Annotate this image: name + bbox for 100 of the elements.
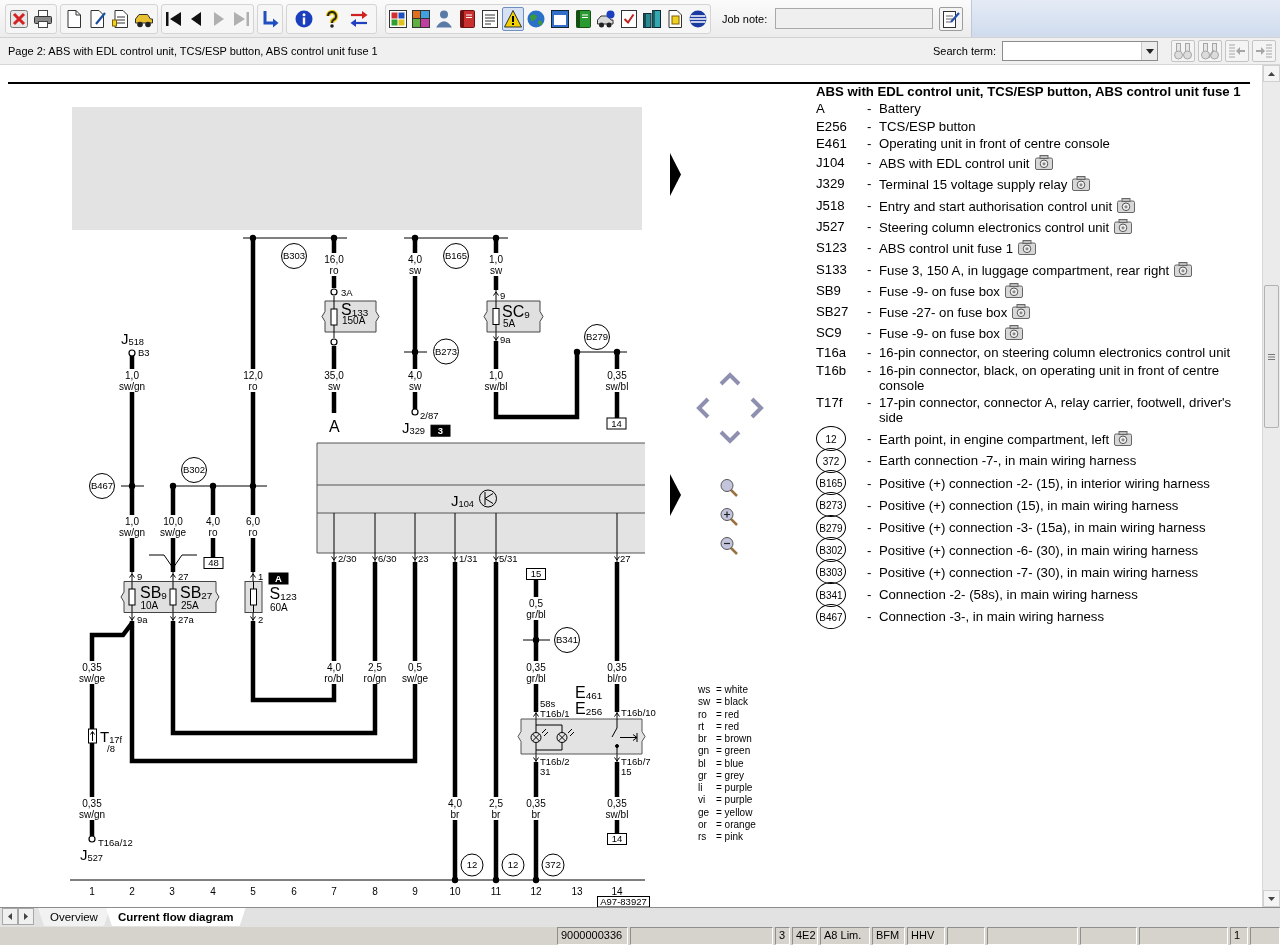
camera-icon[interactable]	[1117, 197, 1136, 213]
left-chevron-icon[interactable]	[696, 397, 710, 419]
wire-color-code: bl/ro	[607, 673, 627, 684]
legend-description: Earth point, in engine compartment, left	[879, 431, 1110, 447]
scroll-up-button[interactable]	[1263, 65, 1280, 82]
pin-label: 2/87	[420, 410, 439, 421]
column-number: 4	[210, 886, 216, 897]
color-meaning: = grey	[716, 769, 745, 781]
fuse-rating: 150A	[342, 315, 366, 326]
earth-point-marker: 12	[460, 853, 484, 877]
page-title: Page 2: ABS with EDL control unit, TCS/ESP button, ABS control unit fuse 1	[8, 45, 378, 57]
pin-circle-icon	[88, 835, 96, 843]
camera-icon[interactable]	[1004, 282, 1023, 298]
down-arrow-icon	[1268, 896, 1275, 901]
zoom-out-icon[interactable]	[720, 537, 738, 555]
component-label: E$_{461}$	[575, 685, 603, 702]
search-field[interactable]	[1002, 41, 1158, 61]
fuse-symbol-icon	[169, 581, 177, 613]
fuse-symbol-icon	[330, 295, 338, 339]
column-number: 1	[89, 886, 95, 897]
document-icon	[665, 9, 684, 28]
bus-line	[403, 351, 428, 353]
zoom-in-icon[interactable]	[720, 508, 738, 526]
pin-label: 27a	[178, 614, 194, 625]
camera-icon[interactable]	[1004, 325, 1023, 341]
legend-code: J329	[816, 176, 845, 192]
pin-label: 23	[418, 553, 429, 564]
legend-dash: -	[867, 475, 872, 491]
column-number: 11	[490, 886, 502, 897]
tab-scroll-right-button[interactable]	[18, 908, 34, 925]
triangle-arrow-icon	[670, 153, 681, 196]
scrollbar-thumb[interactable]	[1264, 285, 1279, 428]
scroll-down-button[interactable]	[1263, 890, 1280, 907]
legend-dash: -	[867, 261, 872, 277]
wire-color-code: sw/bl	[605, 381, 629, 392]
camera-icon[interactable]	[1034, 155, 1053, 171]
status-pane: 4E2	[792, 927, 818, 945]
wire-color-code: ro	[248, 381, 258, 392]
right-chevron-icon[interactable]	[750, 397, 764, 419]
pin-label: 31	[540, 766, 551, 777]
camera-icon[interactable]	[1072, 176, 1091, 192]
bus-line	[522, 639, 551, 641]
wire-color-code: gr/bl	[526, 673, 546, 684]
component-label: SB$_{27}$	[180, 585, 213, 602]
down-chevron-icon[interactable]	[719, 430, 741, 444]
job-note-button[interactable]	[939, 6, 964, 31]
column-number: 7	[331, 886, 337, 897]
pin-circle-icon	[330, 288, 338, 296]
color-meaning: = white	[716, 684, 748, 695]
junction-dot-icon	[492, 876, 500, 884]
document-edit-icon	[88, 9, 107, 28]
legend-dash: -	[867, 395, 872, 411]
tab-scroll-left-button[interactable]	[2, 908, 18, 925]
sheet-tab[interactable]: Current flow diagram	[105, 908, 246, 926]
magnifier-icon[interactable]	[720, 479, 738, 497]
pin-circle-icon	[330, 338, 338, 346]
column-number: 6	[291, 886, 297, 897]
legend-description: Fuse -27- on fuse box	[879, 305, 1008, 321]
color-meaning: = blue	[716, 757, 744, 769]
wire-color-code: sw/gn	[78, 809, 106, 820]
color-meaning: = purple	[716, 782, 753, 793]
globe-icon	[527, 9, 546, 28]
pin-label: 9a	[500, 334, 511, 345]
wire-size-label: 4,0	[408, 370, 422, 381]
connection-marker: B467	[89, 473, 115, 499]
wire-color-code: ro	[208, 527, 218, 538]
wire-size-label: 0,5	[408, 662, 422, 673]
legend-dash: -	[867, 325, 872, 341]
camera-icon[interactable]	[1174, 261, 1193, 277]
camera-icon[interactable]	[1114, 430, 1133, 446]
dropdown-button[interactable]	[1141, 42, 1157, 60]
reference-tag: A	[268, 572, 289, 585]
color-meaning: = brown	[716, 733, 752, 744]
camera-icon[interactable]	[1114, 219, 1133, 234]
pin-label: /8	[107, 743, 115, 754]
up-chevron-icon[interactable]	[719, 372, 741, 386]
color-code-label: li	[698, 782, 703, 793]
wire-size-label: 0,35	[526, 798, 546, 809]
toolbar-button[interactable]	[502, 6, 525, 31]
wire-size-label: 6,0	[246, 516, 260, 527]
wire-color-code: gr/bl	[526, 609, 546, 620]
camera-icon[interactable]	[1018, 240, 1037, 256]
camera-icon[interactable]	[1012, 304, 1031, 320]
legend-description: Earth connection -7-, in main wiring harness	[879, 453, 1137, 469]
wire-size-label: 0,35	[607, 798, 627, 809]
wire-size-label: 16,0	[324, 254, 344, 265]
component-label: SB$_{9}$	[140, 585, 167, 602]
junction-dot-icon	[209, 482, 217, 490]
job-note-label: Job note:	[722, 12, 768, 25]
wire-color-code: br	[450, 809, 460, 820]
first-page-icon	[164, 9, 183, 28]
legend-dash: -	[867, 609, 872, 625]
color-grid-icon	[389, 9, 408, 28]
column-number: 10	[449, 886, 461, 897]
sheet-tab[interactable]: Overview	[38, 908, 110, 926]
legend-dash: -	[867, 362, 872, 378]
wire-color-code: sw	[408, 265, 422, 276]
junction-dot-icon	[532, 636, 540, 644]
window-icon	[550, 9, 569, 28]
legend-description: Fuse 3, 150 A, in luggage compartment, rear right	[879, 262, 1170, 278]
